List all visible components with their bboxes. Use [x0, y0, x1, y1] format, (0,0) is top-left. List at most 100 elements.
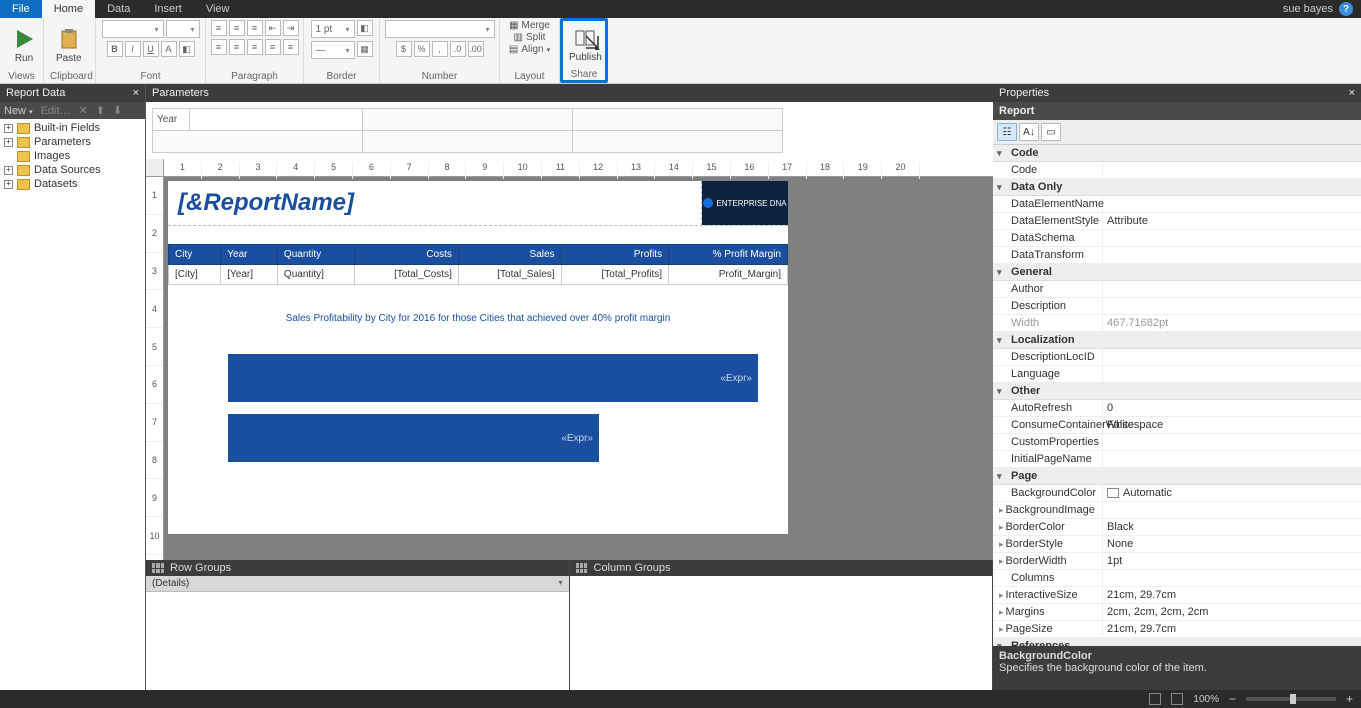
prop-row[interactable]: ▸BackgroundImage — [993, 502, 1361, 519]
prop-row[interactable]: Language — [993, 366, 1361, 383]
align-tl[interactable]: ≡ — [211, 20, 227, 36]
prop-row[interactable]: Width467.71682pt — [993, 315, 1361, 332]
param-empty-cell[interactable] — [363, 109, 573, 131]
prop-row[interactable]: Author — [993, 281, 1361, 298]
prop-row[interactable]: ▸Margins2cm, 2cm, 2cm, 2cm — [993, 604, 1361, 621]
fill-color-button[interactable]: ◧ — [179, 41, 195, 57]
delete-icon[interactable]: ✕ — [79, 104, 88, 117]
prop-category[interactable]: ▾General — [993, 264, 1361, 281]
split-button[interactable]: ▥Split — [514, 32, 546, 43]
close-icon[interactable]: × — [1349, 87, 1355, 99]
tree-builtin[interactable]: +Built-in Fields — [0, 121, 145, 135]
categorized-button[interactable]: ☷ — [997, 123, 1017, 141]
up-icon[interactable]: ⬆ — [96, 104, 105, 117]
dec-decimal[interactable]: .00 — [468, 41, 484, 57]
border-size-combo[interactable]: 1 pt▾ — [311, 20, 355, 38]
prop-category[interactable]: ▾Other — [993, 383, 1361, 400]
prop-row[interactable]: DataTransform — [993, 247, 1361, 264]
prop-row[interactable]: InitialPageName — [993, 451, 1361, 468]
publish-button[interactable]: Publish — [563, 22, 608, 67]
zoom-out-button[interactable]: − — [1229, 692, 1236, 706]
zoom-slider[interactable] — [1246, 697, 1336, 701]
prop-row[interactable]: DataSchema — [993, 230, 1361, 247]
comma-button[interactable]: , — [432, 41, 448, 57]
tab-view[interactable]: View — [194, 0, 242, 18]
prop-row[interactable]: Code — [993, 162, 1361, 179]
prop-category[interactable]: ▾Localization — [993, 332, 1361, 349]
tab-data[interactable]: Data — [95, 0, 142, 18]
prop-row[interactable]: ▸BorderColorBlack — [993, 519, 1361, 536]
tab-home[interactable]: Home — [42, 0, 95, 18]
paste-button[interactable]: Paste — [50, 23, 88, 68]
font-size-combo[interactable]: ▾ — [166, 20, 200, 38]
prop-row[interactable]: ▸PageSize21cm, 29.7cm — [993, 621, 1361, 638]
logo-cell[interactable]: ENTERPRISE DNA — [702, 181, 788, 225]
chart-caption[interactable]: Sales Profitability by City for 2016 for… — [168, 313, 788, 324]
underline-button[interactable]: U — [143, 41, 159, 57]
tree-parameters[interactable]: +Parameters — [0, 135, 145, 149]
prop-row[interactable]: ▸BorderWidth1pt — [993, 553, 1361, 570]
prop-category[interactable]: ▾References — [993, 638, 1361, 646]
prop-row[interactable]: AutoRefresh0 — [993, 400, 1361, 417]
details-group[interactable]: (Details)▾ — [146, 576, 569, 592]
down-icon[interactable]: ⬇ — [113, 104, 122, 117]
data-table[interactable]: CityYearQuantityCostsSalesProfits% Profi… — [168, 244, 788, 285]
border-preset[interactable]: ▦ — [357, 41, 373, 57]
inc-decimal[interactable]: .0 — [450, 41, 466, 57]
alphabetical-button[interactable]: A↓ — [1019, 123, 1039, 141]
param-empty-cell[interactable] — [573, 131, 783, 153]
tree-datasets[interactable]: +Datasets — [0, 177, 145, 191]
view-mode-icon[interactable] — [1171, 693, 1183, 705]
zoom-in-button[interactable]: + — [1346, 692, 1353, 706]
prop-row[interactable]: ▸InteractiveSize21cm, 29.7cm — [993, 587, 1361, 604]
align-center[interactable]: ≡ — [229, 39, 245, 55]
align-tr[interactable]: ≡ — [247, 20, 263, 36]
prop-row[interactable]: DescriptionLocID — [993, 349, 1361, 366]
percent-button[interactable]: % — [414, 41, 430, 57]
new-button[interactable]: New ▾ — [4, 105, 33, 117]
view-mode-icon[interactable] — [1149, 693, 1161, 705]
report-title[interactable]: [&ReportName] — [168, 181, 702, 225]
merge-button[interactable]: ▦Merge — [509, 20, 550, 31]
font-color-button[interactable]: A — [161, 41, 177, 57]
indent-dec[interactable]: ⇤ — [265, 20, 281, 36]
close-icon[interactable]: × — [133, 87, 139, 99]
prop-row[interactable]: Description — [993, 298, 1361, 315]
prop-row[interactable]: ConsumeContainerWhitespaceFalse — [993, 417, 1361, 434]
border-color[interactable]: ◧ — [357, 20, 373, 36]
tree-datasources[interactable]: +Data Sources — [0, 163, 145, 177]
prop-row[interactable]: ▸BorderStyleNone — [993, 536, 1361, 553]
design-surface[interactable]: 1234567891011121314151617181920 12345678… — [146, 159, 993, 560]
report-canvas[interactable]: [&ReportName] ENTERPRISE DNA CityYearQua… — [168, 181, 788, 534]
prop-category[interactable]: ▾Code — [993, 145, 1361, 162]
prop-row[interactable]: DataElementName — [993, 196, 1361, 213]
tree-images[interactable]: Images — [0, 149, 145, 163]
align-left[interactable]: ≡ — [211, 39, 227, 55]
align-bl[interactable]: ≡ — [265, 39, 281, 55]
chart-area[interactable]: City F «Expr» City E «Expr» — [168, 354, 788, 534]
prop-row[interactable]: BackgroundColorAutomatic — [993, 485, 1361, 502]
font-family-combo[interactable]: ▾ — [102, 20, 164, 38]
prop-row[interactable]: CustomProperties — [993, 434, 1361, 451]
bold-button[interactable]: B — [107, 41, 123, 57]
align-button[interactable]: ▤Align▾ — [509, 44, 550, 55]
number-format-combo[interactable]: ▾ — [385, 20, 495, 38]
tab-file[interactable]: File — [0, 0, 42, 18]
property-pages-button[interactable]: ▭ — [1041, 123, 1061, 141]
param-empty-cell[interactable] — [363, 131, 573, 153]
currency-button[interactable]: $ — [396, 41, 412, 57]
tab-insert[interactable]: Insert — [142, 0, 194, 18]
run-button[interactable]: Run — [6, 23, 42, 68]
param-year-input[interactable] — [190, 110, 362, 130]
align-right[interactable]: ≡ — [247, 39, 263, 55]
help-icon[interactable]: ? — [1339, 2, 1353, 16]
italic-button[interactable]: I — [125, 41, 141, 57]
border-style-combo[interactable]: —▾ — [311, 41, 355, 59]
chevron-down-icon[interactable]: ▾ — [558, 578, 562, 589]
prop-row[interactable]: DataElementStyleAttribute — [993, 213, 1361, 230]
prop-category[interactable]: ▾Data Only — [993, 179, 1361, 196]
align-br[interactable]: ≡ — [283, 39, 299, 55]
properties-grid[interactable]: ▾CodeCode▾Data OnlyDataElementNameDataEl… — [993, 145, 1361, 646]
param-empty-cell[interactable] — [153, 131, 363, 153]
edit-button[interactable]: Edit… — [41, 105, 71, 117]
